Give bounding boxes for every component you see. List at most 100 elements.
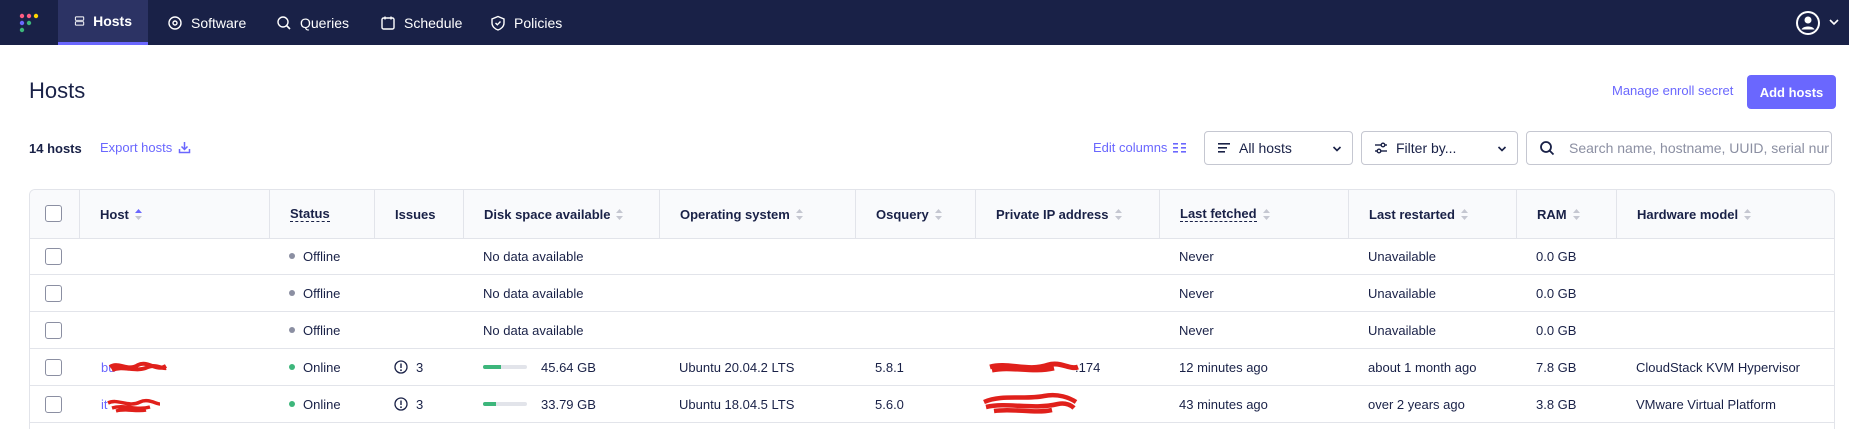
host-search-input[interactable] bbox=[1567, 139, 1831, 157]
disk-space-bar-fill bbox=[483, 402, 497, 406]
table-row[interactable]: Offline No data available Never Unavaila… bbox=[30, 238, 1834, 275]
operating-system-cell: Ubuntu 18.04.5 LTS bbox=[679, 396, 795, 412]
column-header-hardware-model[interactable]: Hardware model bbox=[1616, 190, 1834, 238]
issues-count: 3 bbox=[416, 396, 424, 412]
disk-space-cell: No data available bbox=[483, 248, 584, 264]
chevron-down-icon[interactable] bbox=[1829, 15, 1839, 29]
host-search-box[interactable] bbox=[1526, 131, 1832, 165]
search-icon bbox=[1540, 141, 1555, 156]
table-row[interactable]: it Online 3 33.79 GB Ubuntu 18.04.5 LTS … bbox=[30, 386, 1834, 423]
sort-icon bbox=[616, 208, 624, 220]
status-cell: Online bbox=[289, 349, 341, 385]
ram-cell: 7.8 GB bbox=[1536, 359, 1577, 375]
last-restarted-cell: Unavailable bbox=[1368, 248, 1436, 264]
status-label: Offline bbox=[303, 285, 341, 301]
user-avatar-icon[interactable] bbox=[1795, 10, 1821, 36]
column-header-last-fetched-label: Last fetched bbox=[1180, 206, 1257, 222]
top-nav: Hosts Software Queries Schedule Policies bbox=[0, 0, 1849, 45]
manage-enroll-secret-link[interactable]: Manage enroll secret bbox=[1612, 83, 1733, 98]
status-dot bbox=[289, 253, 295, 259]
nav-policies[interactable]: Policies bbox=[474, 0, 578, 45]
export-hosts-label: Export hosts bbox=[100, 140, 173, 155]
column-header-disk-space-label: Disk space available bbox=[484, 206, 611, 222]
private-ip-cell: .174 bbox=[1075, 359, 1101, 375]
last-fetched-cell: Never bbox=[1179, 248, 1214, 264]
export-hosts-link[interactable]: Export hosts bbox=[100, 140, 191, 155]
edit-columns-label: Edit columns bbox=[1093, 140, 1168, 155]
issue-icon bbox=[394, 360, 408, 374]
nav-software[interactable]: Software bbox=[151, 0, 262, 45]
nav-schedule[interactable]: Schedule bbox=[364, 0, 478, 45]
table-row[interactable]: bu Online 3 45.64 GB Ubuntu 20.04.2 LTS … bbox=[30, 349, 1834, 386]
column-header-private-ip[interactable]: Private IP address bbox=[975, 190, 1159, 238]
column-header-host[interactable]: Host bbox=[79, 190, 269, 238]
edit-columns-button[interactable]: Edit columns bbox=[1093, 140, 1187, 155]
issues-cell[interactable]: 3 bbox=[394, 349, 423, 385]
select-all-checkbox[interactable] bbox=[45, 205, 62, 222]
column-header-issues[interactable]: Issues bbox=[374, 190, 463, 238]
row-checkbox[interactable] bbox=[45, 396, 62, 413]
hardware-model-cell: CloudStack KVM Hypervisor bbox=[1636, 359, 1800, 375]
sort-ascending-icon bbox=[134, 208, 142, 220]
column-header-operating-system[interactable]: Operating system bbox=[659, 190, 855, 238]
nav-policies-label: Policies bbox=[514, 14, 563, 31]
column-header-ram[interactable]: RAM bbox=[1516, 190, 1616, 238]
osquery-version-cell: 5.8.1 bbox=[875, 359, 904, 375]
column-header-status-label: Status bbox=[290, 206, 330, 222]
issues-cell[interactable]: 3 bbox=[394, 386, 423, 422]
last-restarted-cell: Unavailable bbox=[1368, 285, 1436, 301]
row-checkbox[interactable] bbox=[45, 248, 62, 265]
table-row[interactable]: Offline No data available Never Unavaila… bbox=[30, 275, 1834, 312]
nav-hosts[interactable]: Hosts bbox=[58, 0, 148, 45]
hosts-table: Host Status Issues Disk space available … bbox=[29, 189, 1835, 429]
host-status-selected: All hosts bbox=[1239, 140, 1292, 156]
nav-software-label: Software bbox=[191, 14, 247, 31]
ram-cell: 0.0 GB bbox=[1536, 285, 1577, 301]
status-dot bbox=[289, 401, 295, 407]
software-icon bbox=[168, 15, 182, 30]
column-header-hardware-model-label: Hardware model bbox=[1637, 206, 1739, 222]
policies-icon bbox=[491, 15, 505, 31]
column-header-operating-system-label: Operating system bbox=[680, 206, 790, 222]
column-header-private-ip-label: Private IP address bbox=[996, 206, 1109, 222]
disk-space-cell: No data available bbox=[483, 285, 584, 301]
status-dot bbox=[289, 364, 295, 370]
fleet-logo-icon[interactable] bbox=[18, 12, 40, 34]
sort-icon bbox=[1114, 208, 1122, 220]
column-header-last-restarted[interactable]: Last restarted bbox=[1348, 190, 1516, 238]
row-checkbox[interactable] bbox=[45, 285, 62, 302]
page-title: Hosts bbox=[29, 78, 86, 103]
filter-by-dropdown[interactable]: Filter by... bbox=[1361, 131, 1518, 165]
disk-space-value: 33.79 GB bbox=[541, 396, 596, 412]
status-cell: Offline bbox=[289, 312, 340, 348]
sort-icon bbox=[1262, 208, 1270, 220]
hardware-model-cell: VMware Virtual Platform bbox=[1636, 396, 1776, 412]
chevron-down-icon bbox=[1497, 146, 1507, 152]
status-cell: Offline bbox=[289, 238, 340, 274]
last-fetched-cell: Never bbox=[1179, 285, 1214, 301]
redaction-scribble bbox=[989, 361, 1079, 373]
status-label: Online bbox=[303, 359, 341, 375]
last-restarted-cell: about 1 month ago bbox=[1368, 359, 1477, 375]
column-header-osquery[interactable]: Osquery bbox=[855, 190, 975, 238]
osquery-version-cell: 5.6.0 bbox=[875, 396, 904, 412]
last-fetched-cell: 43 minutes ago bbox=[1179, 396, 1268, 412]
row-checkbox[interactable] bbox=[45, 359, 62, 376]
add-hosts-button[interactable]: Add hosts bbox=[1747, 75, 1836, 109]
status-label: Offline bbox=[303, 322, 341, 338]
column-header-ram-label: RAM bbox=[1537, 206, 1567, 222]
column-header-last-fetched[interactable]: Last fetched bbox=[1159, 190, 1348, 238]
last-fetched-cell: Never bbox=[1179, 322, 1214, 338]
filter-by-selected: Filter by... bbox=[1396, 140, 1457, 156]
column-header-disk-space[interactable]: Disk space available bbox=[463, 190, 659, 238]
disk-space-cell: 45.64 GB bbox=[483, 349, 596, 385]
host-status-dropdown[interactable]: All hosts bbox=[1204, 131, 1353, 165]
table-row[interactable]: Offline No data available Never Unavaila… bbox=[30, 312, 1834, 349]
sliders-icon bbox=[1375, 142, 1387, 154]
nav-queries[interactable]: Queries bbox=[260, 0, 365, 45]
row-checkbox[interactable] bbox=[45, 322, 62, 339]
column-header-status[interactable]: Status bbox=[269, 190, 374, 238]
disk-space-value: 45.64 GB bbox=[541, 359, 596, 375]
issue-icon bbox=[394, 397, 408, 411]
nav-schedule-label: Schedule bbox=[404, 14, 463, 31]
